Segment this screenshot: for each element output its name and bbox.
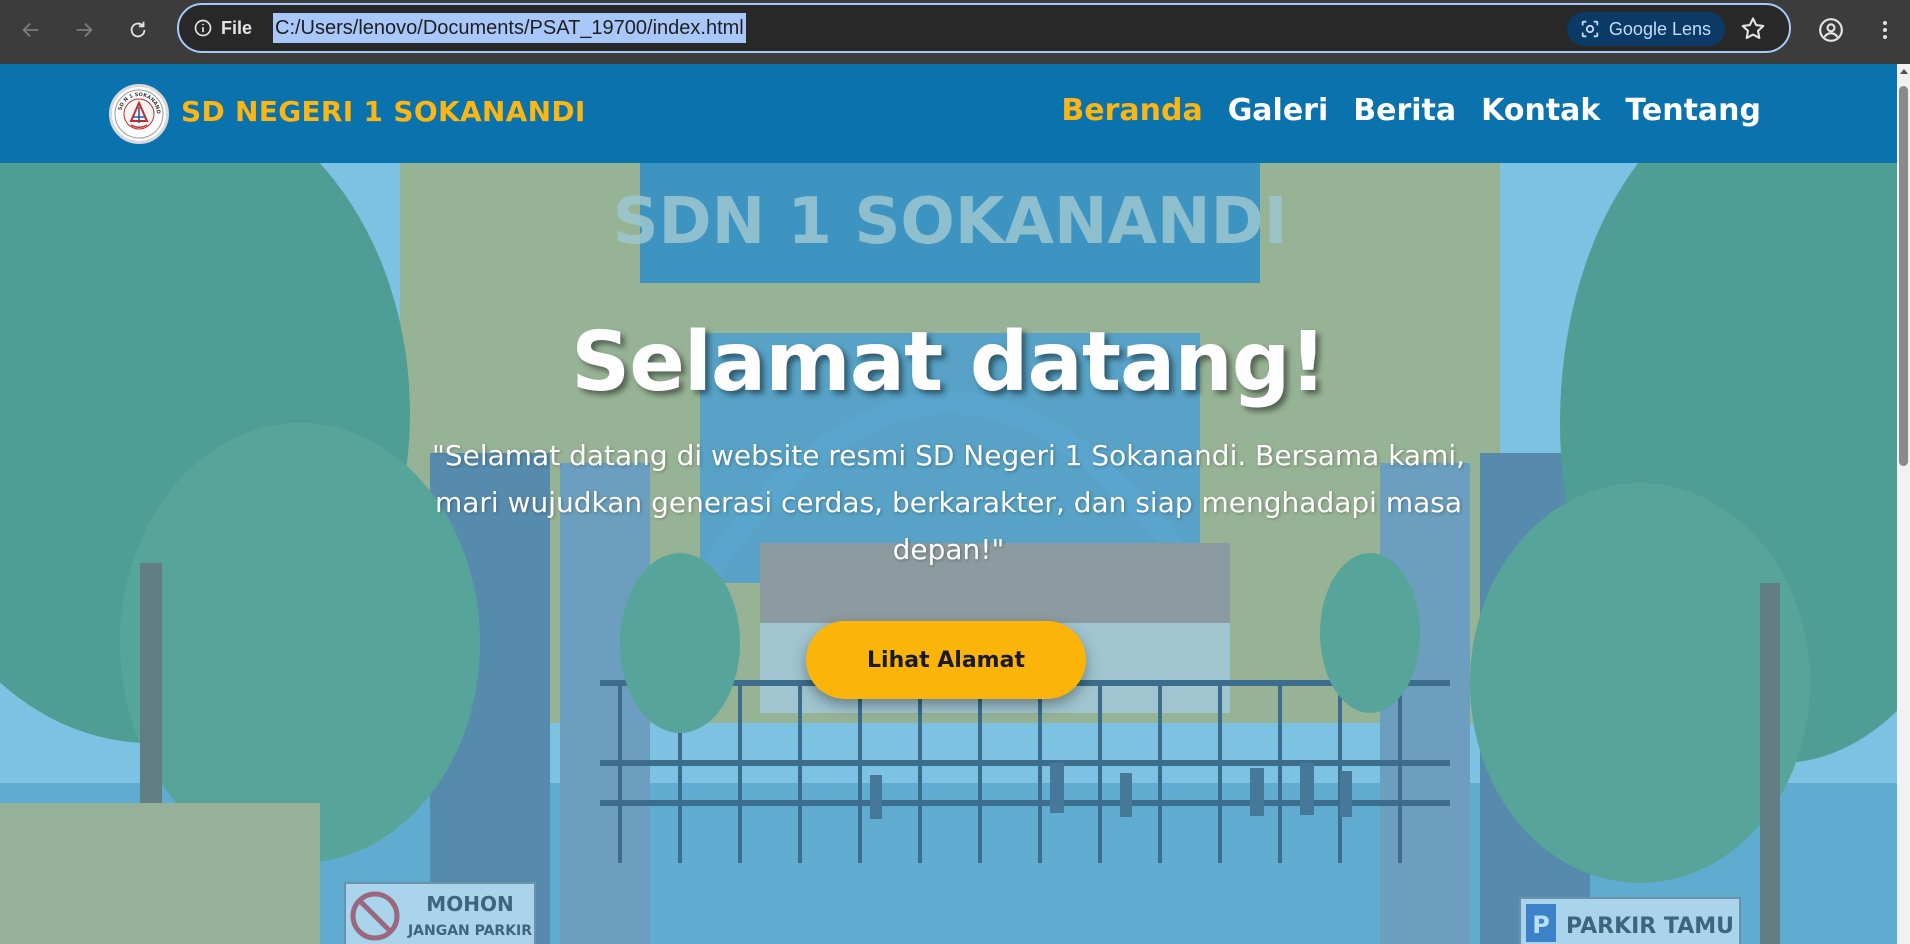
nav-link-beranda[interactable]: Beranda: [1061, 93, 1202, 128]
browser-toolbar: File C:/Users/lenovo/Documents/PSAT_1970…: [0, 0, 1910, 64]
page-viewport: SD N 1 SOKANANDI SD NEGERI 1 SOKANANDI B…: [0, 64, 1897, 944]
star-icon[interactable]: [1739, 15, 1767, 43]
profile-button[interactable]: [1813, 12, 1849, 48]
google-lens-button[interactable]: Google Lens: [1566, 12, 1725, 46]
profile-icon: [1819, 18, 1843, 42]
browser-menu-button[interactable]: [1867, 12, 1903, 48]
url-text[interactable]: C:/Users/lenovo/Documents/PSAT_19700/ind…: [273, 13, 746, 43]
hero-title: Selamat datang!: [571, 315, 1327, 410]
nav-link-kontak[interactable]: Kontak: [1481, 93, 1600, 128]
site-menu: Beranda Galeri Berita Kontak Tentang: [1061, 93, 1761, 128]
address-bar[interactable]: File C:/Users/lenovo/Documents/PSAT_1970…: [177, 3, 1791, 53]
forward-arrow-icon: [76, 22, 93, 38]
back-button[interactable]: [13, 12, 49, 48]
school-logo[interactable]: SD N 1 SOKANANDI: [109, 83, 169, 144]
reload-button[interactable]: [120, 12, 156, 48]
back-arrow-icon: [22, 22, 39, 38]
hero-section: SDN 1 SOKANANDI MOHON JANGAN PARKIR P PA…: [0, 163, 1897, 944]
hero-description: "Selamat datang di website resmi SD Nege…: [431, 439, 1466, 566]
site-info-chip[interactable]: File: [193, 16, 252, 40]
kebab-menu-icon: [1883, 21, 1887, 39]
school-emblem-icon: SD N 1 SOKANANDI: [111, 83, 164, 139]
info-icon: [194, 19, 212, 37]
google-lens-icon: [1581, 20, 1599, 38]
scrollbar-thumb[interactable]: [1899, 86, 1908, 466]
forward-button[interactable]: [66, 12, 102, 48]
nav-link-tentang[interactable]: Tentang: [1625, 93, 1761, 128]
nav-link-galeri[interactable]: Galeri: [1228, 93, 1329, 128]
page-scrollbar[interactable]: [1897, 64, 1910, 944]
lihat-alamat-button[interactable]: Lihat Alamat: [806, 621, 1086, 699]
site-navbar: SD N 1 SOKANANDI SD NEGERI 1 SOKANANDI B…: [0, 64, 1897, 163]
reload-icon: [130, 21, 146, 38]
scroll-up-arrow-icon[interactable]: [1900, 69, 1908, 74]
site-brand[interactable]: SD NEGERI 1 SOKANANDI: [181, 95, 586, 128]
nav-link-berita[interactable]: Berita: [1353, 93, 1456, 128]
google-lens-label: Google Lens: [1608, 18, 1711, 39]
site-info-label: File: [221, 17, 253, 38]
